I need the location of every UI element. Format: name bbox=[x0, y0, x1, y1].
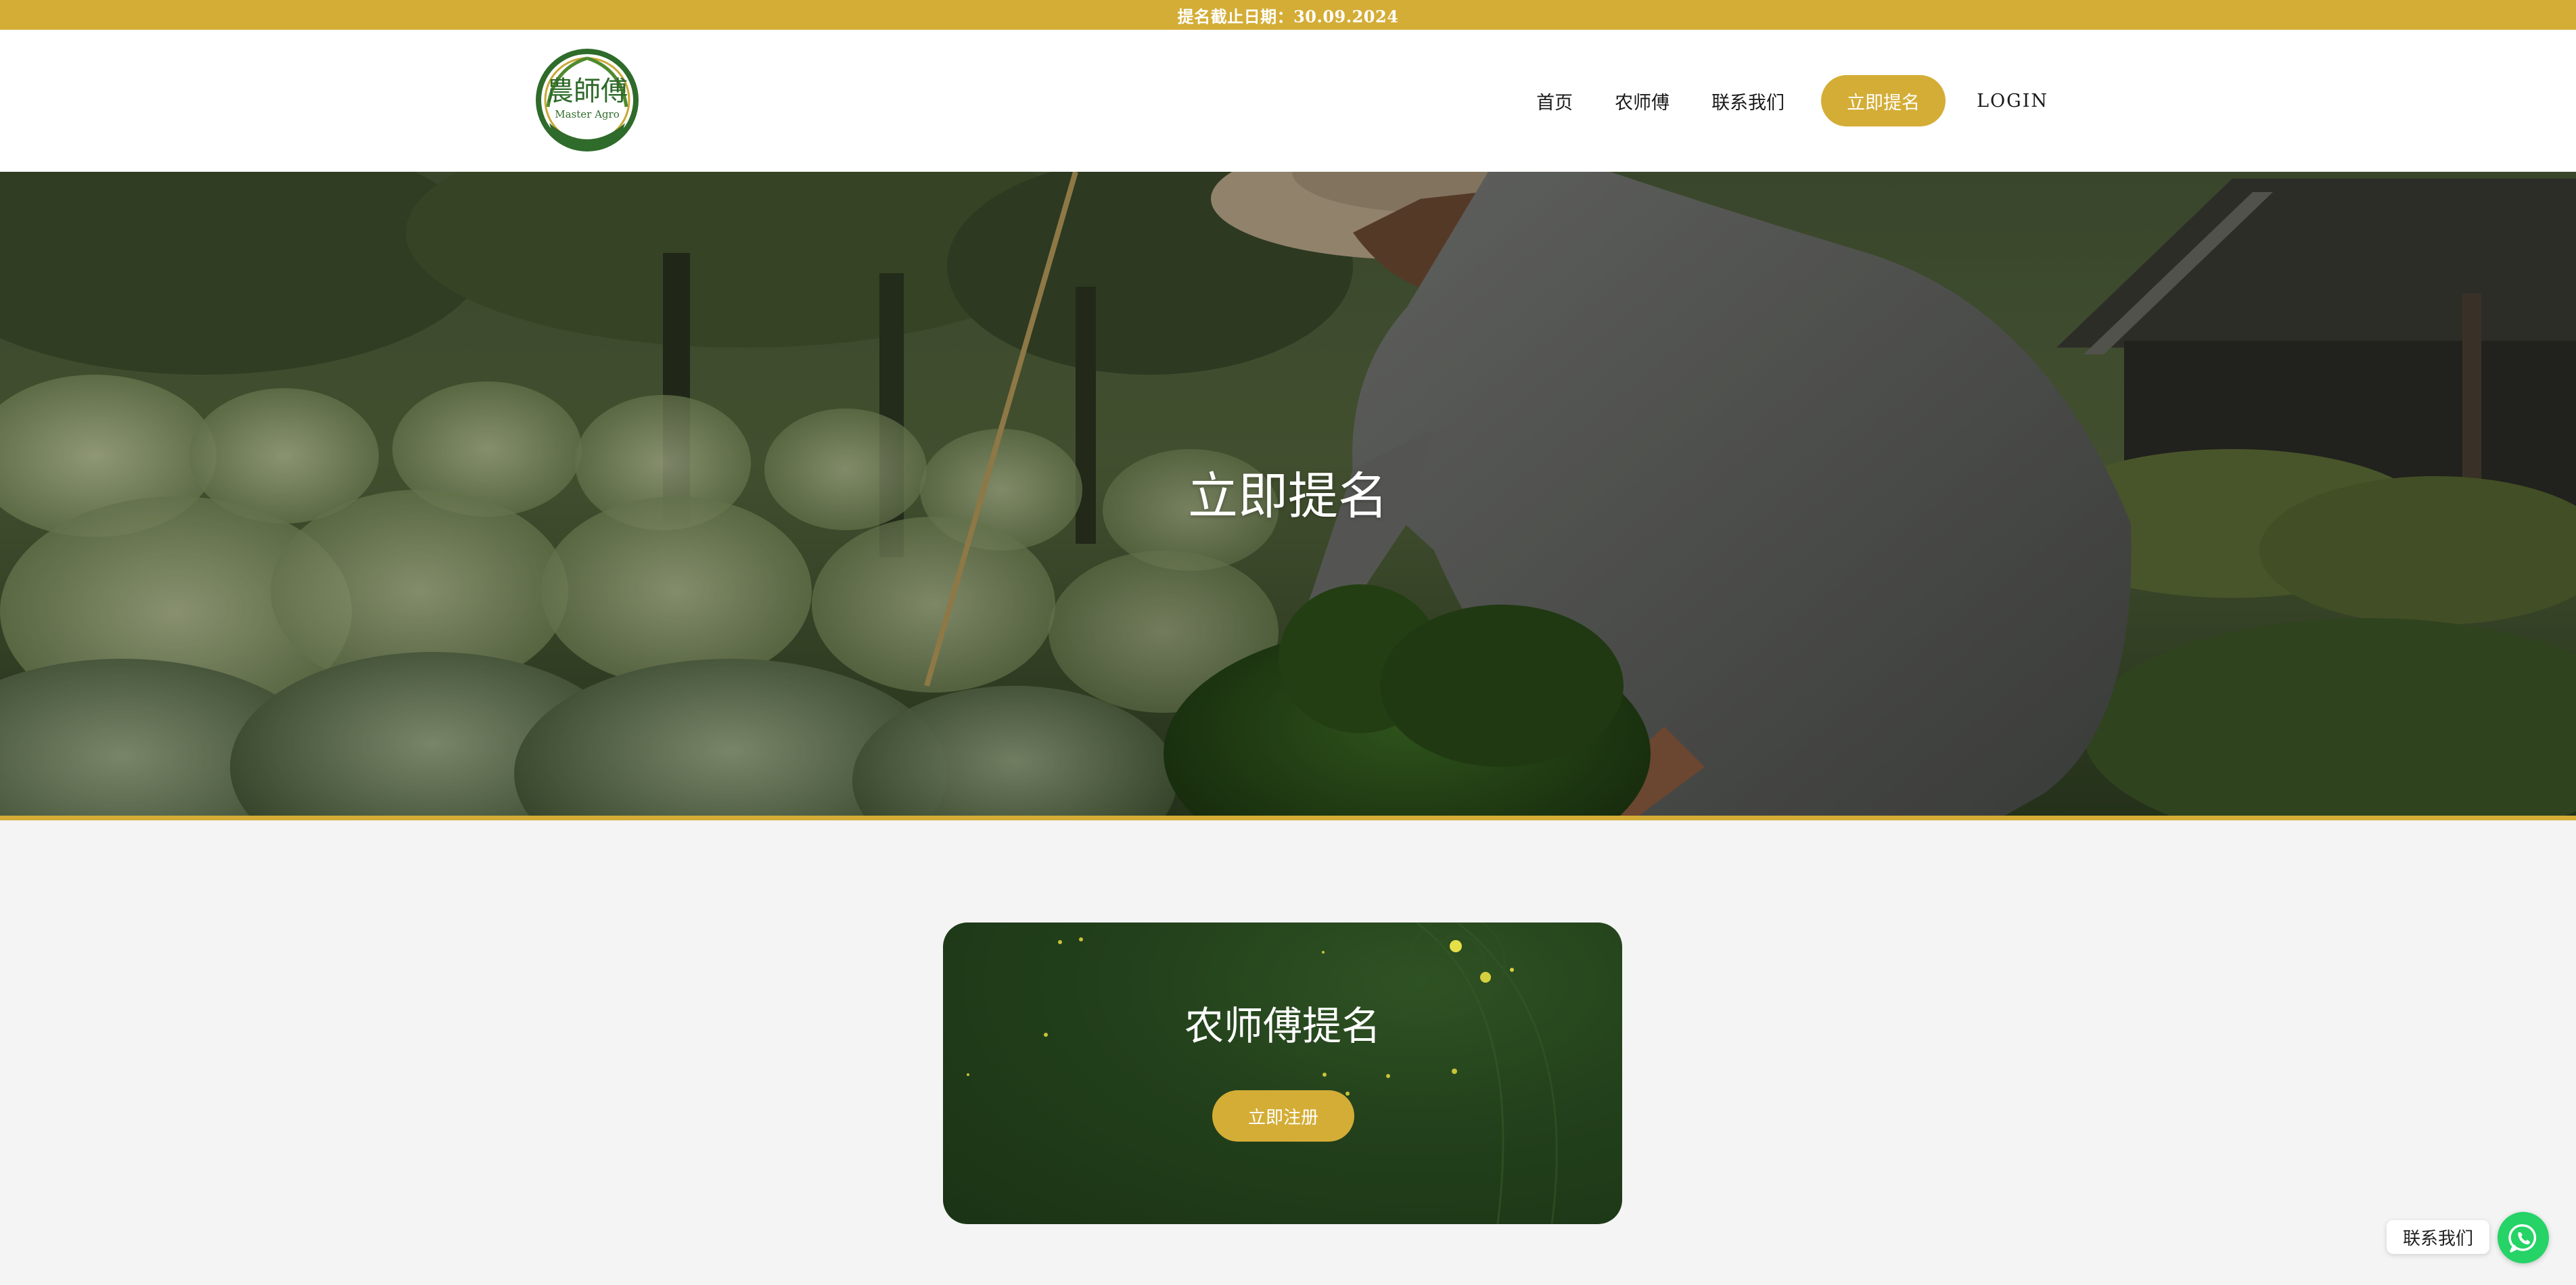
whatsapp-label[interactable]: 联系我们 bbox=[2387, 1220, 2490, 1254]
nominate-button[interactable]: 立即提名 bbox=[1821, 75, 1946, 126]
logo-title: 農師傅 bbox=[547, 76, 628, 107]
hero-divider bbox=[0, 816, 2576, 820]
site-logo[interactable]: 農師傅 Master Agro bbox=[533, 42, 641, 161]
nav-home[interactable]: 首页 bbox=[1536, 88, 1573, 114]
hero-banner: 立即提名 bbox=[0, 172, 2576, 817]
master-agro-logo-icon: 農師傅 Master Agro bbox=[536, 49, 639, 151]
announcement-bar: 提名截止日期：30.09.2024 bbox=[0, 0, 2576, 30]
announcement-text: 提名截止日期：30.09.2024 bbox=[1177, 6, 1399, 26]
logo-subtitle: Master Agro bbox=[555, 108, 619, 120]
whatsapp-button[interactable] bbox=[2498, 1212, 2549, 1263]
hero-title: 立即提名 bbox=[1188, 467, 1388, 525]
whatsapp-icon bbox=[2508, 1224, 2537, 1253]
main-nav: 首页 农师傅 联系我们 立即提名 LOGIN bbox=[1494, 30, 2048, 172]
register-button[interactable]: 立即注册 bbox=[1212, 1090, 1354, 1142]
site-header: 農師傅 Master Agro 首页 农师傅 联系我们 立即提名 LOGIN bbox=[0, 30, 2576, 172]
login-link[interactable]: LOGIN bbox=[1977, 91, 2048, 112]
card-title: 农师傅提名 bbox=[1184, 1003, 1381, 1049]
card-sparkle-decoration bbox=[967, 922, 1558, 1224]
nomination-card: 农师傅提名 立即注册 bbox=[943, 922, 1622, 1224]
nav-master[interactable]: 农师傅 bbox=[1615, 88, 1670, 114]
nav-contact[interactable]: 联系我们 bbox=[1711, 88, 1785, 114]
